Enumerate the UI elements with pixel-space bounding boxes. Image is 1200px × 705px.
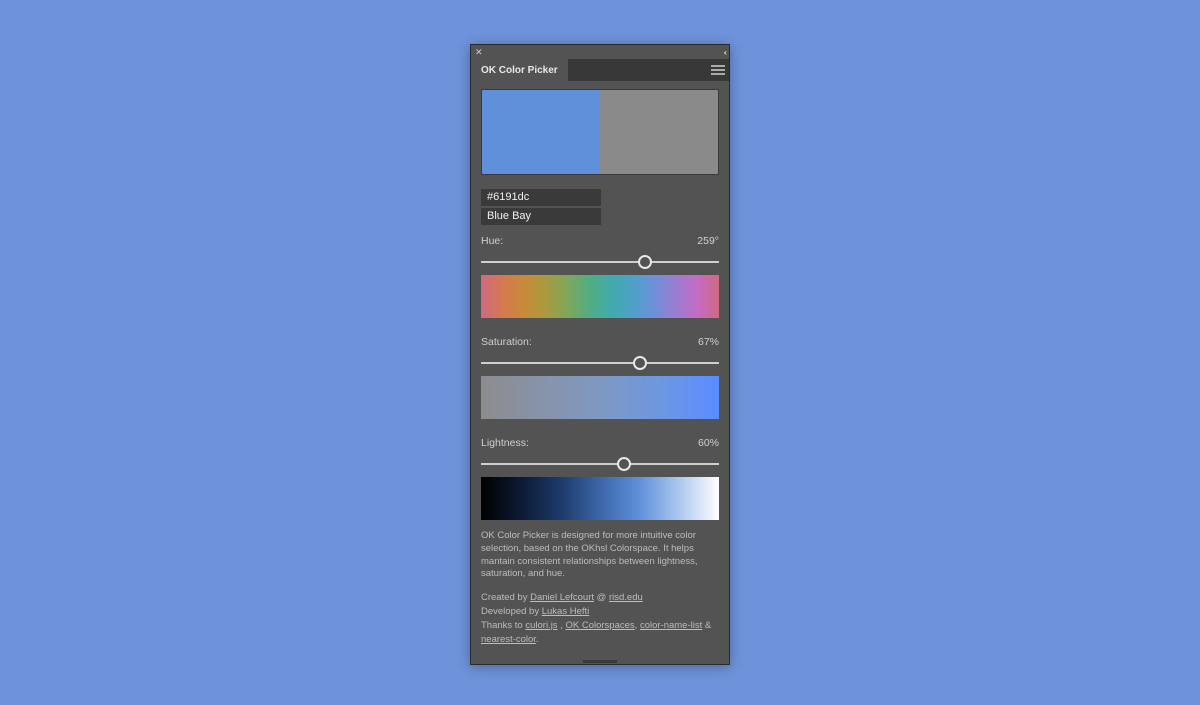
- hue-value: 259°: [697, 235, 719, 247]
- tab-bar: OK Color Picker: [471, 59, 729, 81]
- hue-label: Hue:: [481, 235, 503, 247]
- panel-body: #6191dc Blue Bay Hue: 259° Saturation: 6…: [471, 81, 729, 658]
- saturation-value: 67%: [698, 336, 719, 348]
- lightness-label: Lightness:: [481, 437, 529, 449]
- current-color-swatch[interactable]: [482, 90, 600, 174]
- credit-link-colorlist[interactable]: color-name-list: [640, 620, 702, 631]
- color-name-input[interactable]: Blue Bay: [481, 208, 601, 225]
- hue-slider-thumb[interactable]: [638, 255, 652, 269]
- author-link[interactable]: Daniel Lefcourt: [530, 592, 594, 603]
- saturation-gradient[interactable]: [481, 376, 719, 419]
- close-icon[interactable]: ✕: [475, 48, 483, 57]
- description-text: OK Color Picker is designed for more int…: [481, 530, 719, 581]
- collapse-icon[interactable]: ‹‹: [724, 48, 725, 57]
- saturation-slider-thumb[interactable]: [633, 356, 647, 370]
- lightness-value: 60%: [698, 437, 719, 449]
- hue-gradient[interactable]: [481, 275, 719, 318]
- color-swatch-pair: [481, 89, 719, 175]
- credits-text: Created by Daniel Lefcourt @ risd.edu De…: [481, 591, 719, 646]
- credit-link-culori[interactable]: culori.js: [525, 620, 557, 631]
- developer-link[interactable]: Lukas Hefti: [542, 606, 590, 617]
- lightness-slider[interactable]: [481, 455, 719, 473]
- credit-link-nearest[interactable]: nearest-color: [481, 634, 536, 645]
- hamburger-icon[interactable]: [711, 64, 725, 76]
- window-titlebar[interactable]: ✕ ‹‹: [471, 45, 729, 59]
- lightness-slider-thumb[interactable]: [617, 457, 631, 471]
- org-link[interactable]: risd.edu: [609, 592, 643, 603]
- credit-link-okcolorspaces[interactable]: OK Colorspaces: [565, 620, 634, 631]
- hex-input[interactable]: #6191dc: [481, 189, 601, 206]
- saturation-slider[interactable]: [481, 354, 719, 372]
- compare-color-swatch[interactable]: [600, 90, 718, 174]
- hue-slider[interactable]: [481, 253, 719, 271]
- resize-handle-icon[interactable]: [471, 658, 729, 664]
- saturation-label: Saturation:: [481, 336, 532, 348]
- color-picker-panel: ✕ ‹‹ OK Color Picker #6191dc Blue Bay Hu…: [470, 44, 730, 665]
- tab-ok-color-picker[interactable]: OK Color Picker: [471, 59, 568, 81]
- lightness-gradient[interactable]: [481, 477, 719, 520]
